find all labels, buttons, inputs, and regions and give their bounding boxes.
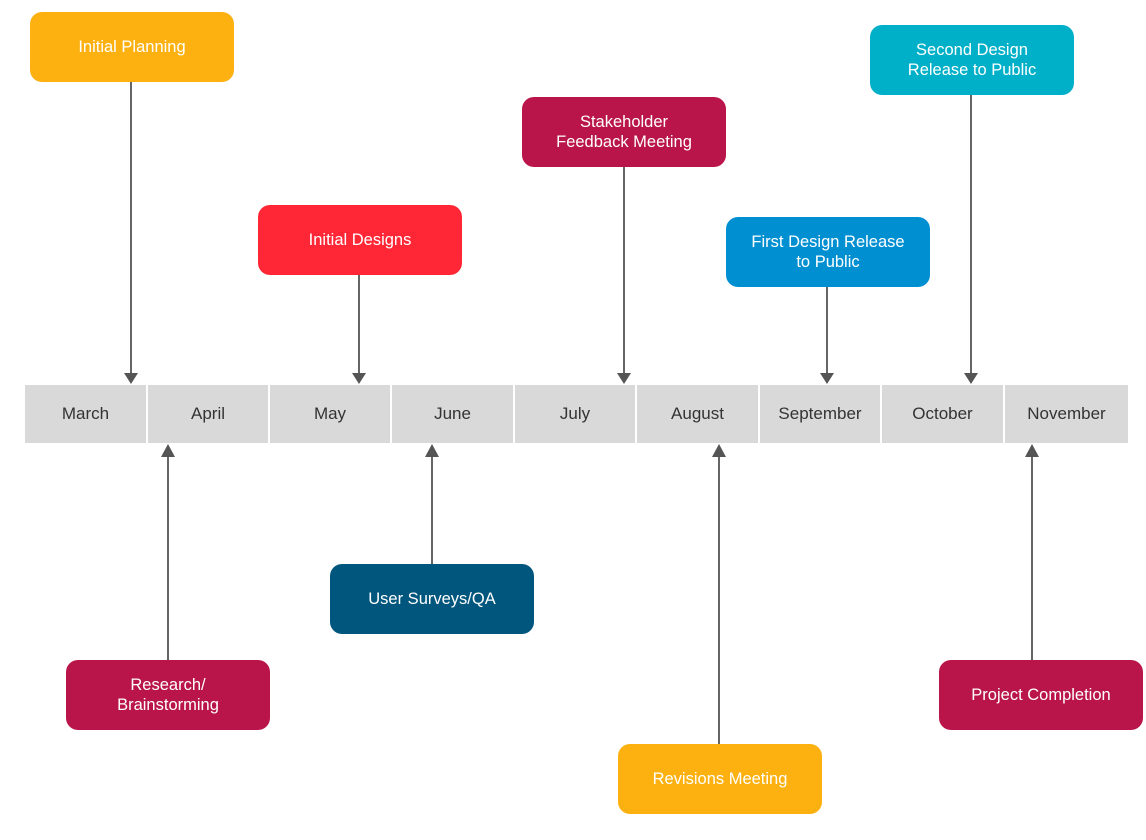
arrow-up-icon: [161, 444, 175, 457]
arrow-down-icon: [964, 373, 978, 384]
connector-revisions-meeting: [712, 444, 726, 744]
connector-user-surveys-qa: [425, 444, 439, 564]
month-september: September: [760, 385, 880, 443]
event-revisions-meeting: Revisions Meeting: [618, 744, 822, 814]
month-axis: March April May June July August Septemb…: [25, 385, 1128, 443]
month-april: April: [148, 385, 268, 443]
event-initial-planning: Initial Planning: [30, 12, 234, 82]
connector-first-design-release: [820, 287, 834, 384]
arrow-up-icon: [425, 444, 439, 457]
arrow-up-icon: [712, 444, 726, 457]
month-october: October: [882, 385, 1003, 443]
event-stakeholder-feedback-meeting: Stakeholder Feedback Meeting: [522, 97, 726, 167]
arrow-down-icon: [820, 373, 834, 384]
event-second-design-release: Second Design Release to Public: [870, 25, 1074, 95]
arrow-down-icon: [617, 373, 631, 384]
arrow-down-icon: [124, 373, 138, 384]
connector-initial-planning: [124, 82, 138, 384]
arrow-up-icon: [1025, 444, 1039, 457]
month-march: March: [25, 385, 146, 443]
event-project-completion: Project Completion: [939, 660, 1143, 730]
month-june: June: [392, 385, 513, 443]
event-research-brainstorming: Research/ Brainstorming: [66, 660, 270, 730]
connector-research-brainstorming: [161, 444, 175, 660]
month-august: August: [637, 385, 758, 443]
month-may: May: [270, 385, 390, 443]
event-user-surveys-qa: User Surveys/QA: [330, 564, 534, 634]
connector-stakeholder-feedback-meeting: [617, 167, 631, 384]
event-first-design-release: First Design Release to Public: [726, 217, 930, 287]
connector-initial-designs: [352, 275, 366, 384]
month-november: November: [1005, 385, 1128, 443]
connector-project-completion: [1025, 444, 1039, 660]
event-initial-designs: Initial Designs: [258, 205, 462, 275]
arrow-down-icon: [352, 373, 366, 384]
month-july: July: [515, 385, 635, 443]
connector-second-design-release: [964, 95, 978, 384]
